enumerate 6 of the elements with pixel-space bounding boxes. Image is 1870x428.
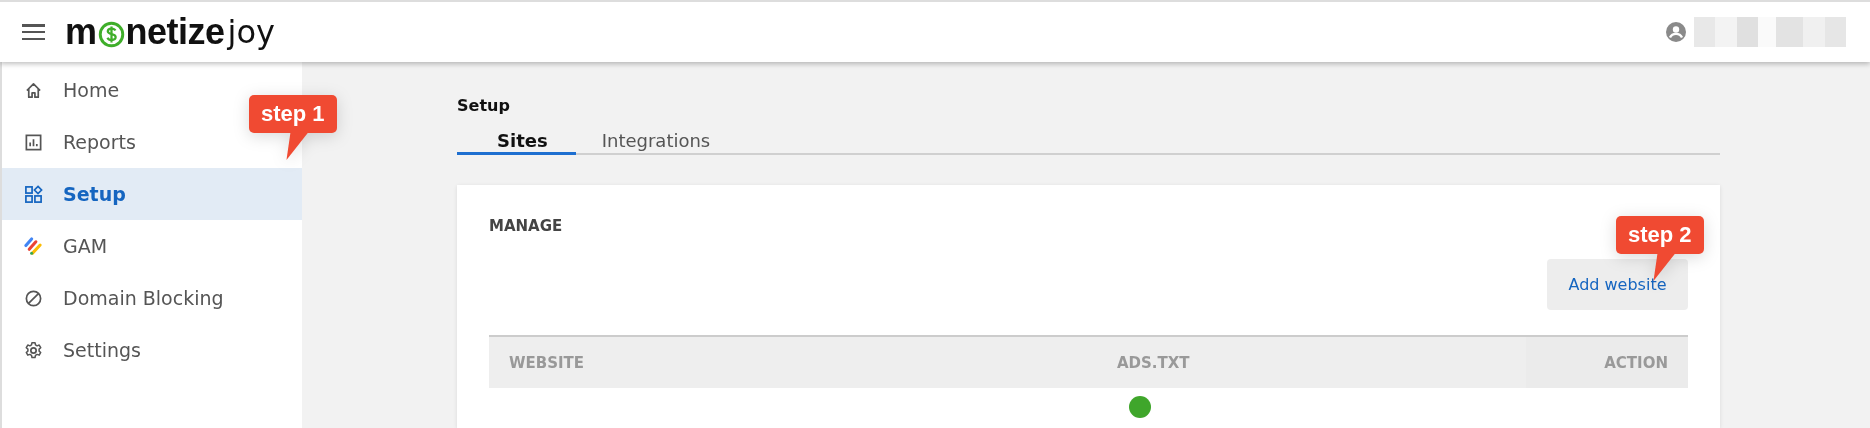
section-heading: MANAGE [489,217,563,235]
page-title: Setup [457,96,511,115]
logo: m netizejoy [65,12,275,52]
step-tooltip: step 1 [249,95,337,160]
column-header: WEBSITE [508,352,586,374]
column-header: ADS.TXT [1116,352,1191,374]
